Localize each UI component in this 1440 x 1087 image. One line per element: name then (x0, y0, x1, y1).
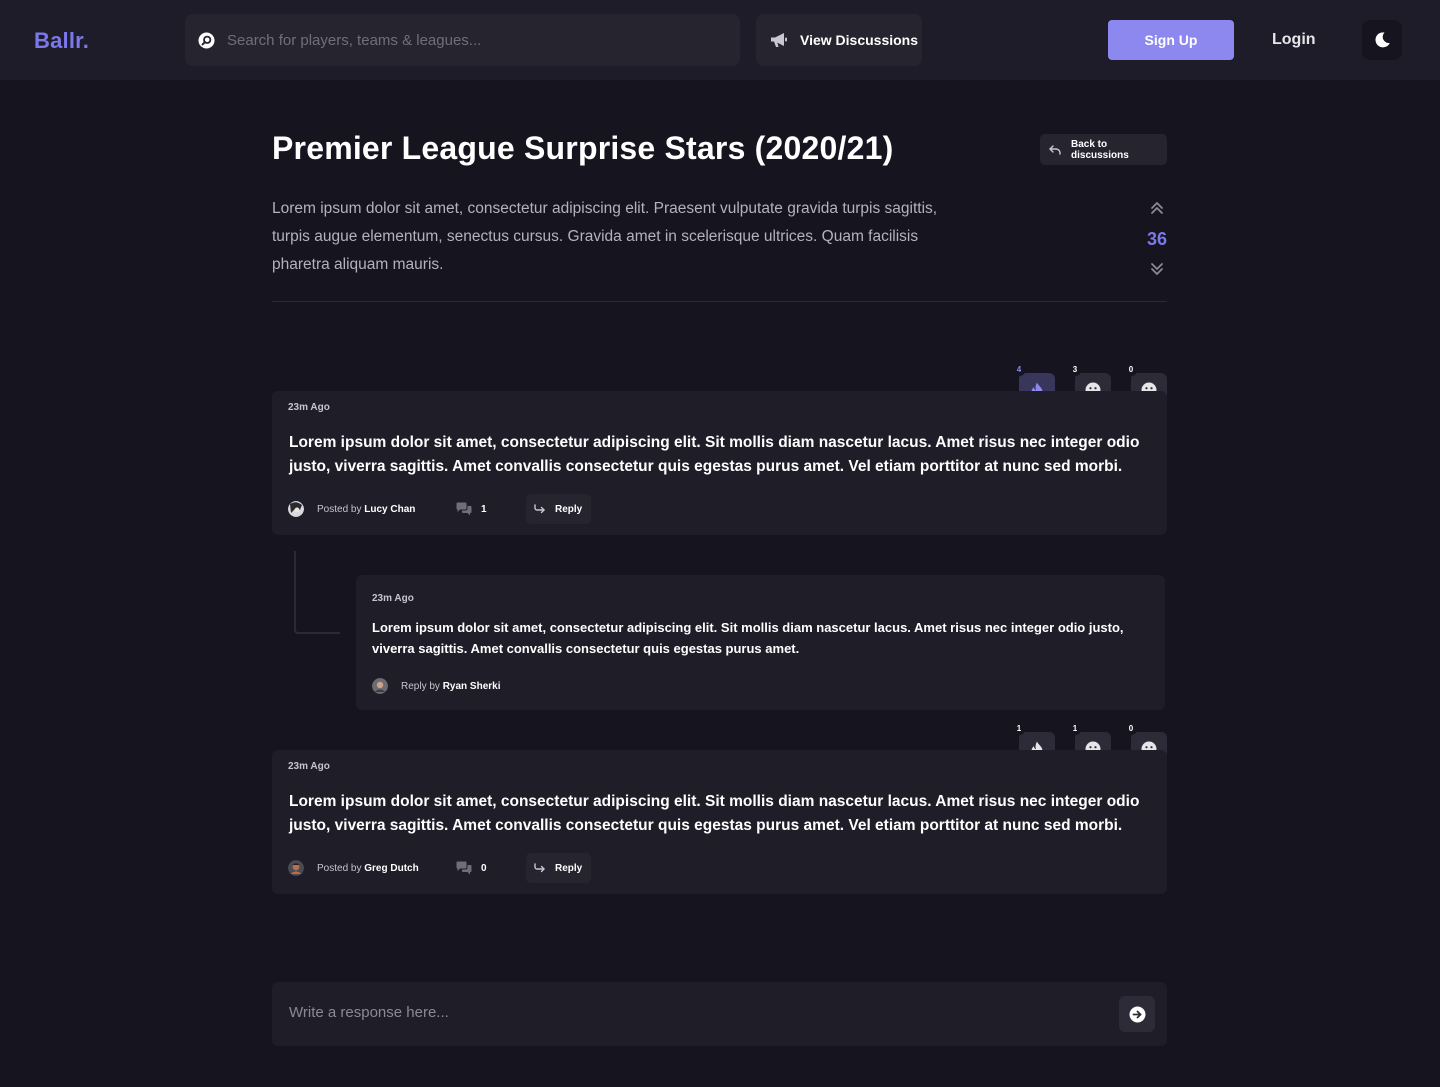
reply-arrow-icon (534, 504, 546, 514)
author-name[interactable]: Greg Dutch (364, 863, 418, 874)
moon-icon (1373, 31, 1391, 49)
reply-button[interactable]: Reply (526, 494, 591, 524)
response-input[interactable] (289, 1004, 1089, 1021)
reply-label: Reply (555, 862, 583, 874)
comment-author: Posted by Greg Dutch (288, 860, 419, 876)
login-link[interactable]: Login (1272, 31, 1316, 49)
back-to-discussions-button[interactable]: Back to discussions (1040, 134, 1167, 165)
reply-button[interactable]: Reply (526, 853, 591, 883)
posted-by: Posted by Lucy Chan (317, 504, 415, 515)
comment-count[interactable]: 1 (456, 502, 487, 516)
comment-time: 23m Ago (288, 402, 330, 413)
chat-bubbles-icon (456, 502, 472, 516)
author-name[interactable]: Lucy Chan (364, 504, 415, 515)
reaction-count: 1 (1068, 721, 1082, 735)
search-input[interactable] (227, 31, 707, 49)
posted-prefix: Posted by (317, 503, 362, 515)
reply-body: Lorem ipsum dolor sit amet, consectetur … (372, 620, 1124, 656)
comment-body: Lorem ipsum dolor sit amet, consectetur … (289, 434, 1140, 475)
response-box (272, 982, 1167, 1046)
top-nav: Ballr. View Discussions Sign Up Login (0, 0, 1440, 80)
discussion-description: Lorem ipsum dolor sit amet, consectetur … (272, 200, 938, 273)
sign-up-button[interactable]: Sign Up (1108, 20, 1234, 60)
comment-body: Lorem ipsum dolor sit amet, consectetur … (289, 793, 1140, 834)
reaction-count: 0 (1124, 362, 1138, 376)
megaphone-icon (770, 32, 788, 48)
logo[interactable]: Ballr. (34, 28, 89, 54)
reaction-count: 0 (1124, 721, 1138, 735)
reply-label: Reply (555, 503, 583, 515)
avatar (288, 501, 304, 517)
reply-arrow-icon (534, 863, 546, 873)
comment-card: 23m Ago Lorem ipsum dolor sit amet, cons… (272, 391, 1167, 535)
view-discussions-button[interactable]: View Discussions (756, 14, 922, 66)
discussion-title: Premier League Surprise Stars (2020/21) (272, 130, 894, 166)
author-name[interactable]: Ryan Sherki (443, 681, 501, 692)
back-label: Back to discussions (1071, 138, 1129, 161)
reply-author: Reply by Ryan Sherki (372, 678, 501, 694)
thread-connector (294, 551, 340, 634)
vote-count: 36 (1146, 228, 1168, 249)
reaction-count: 1 (1012, 721, 1026, 735)
search-bar[interactable] (185, 14, 740, 66)
back-arrow-icon (1049, 144, 1061, 155)
arrow-right-circle-icon (1129, 1006, 1146, 1023)
avatar (288, 860, 304, 876)
view-discussions-label: View Discussions (800, 32, 919, 48)
send-button[interactable] (1119, 996, 1155, 1032)
vote-control: 36 (1140, 196, 1174, 286)
posted-prefix: Reply by (401, 680, 440, 692)
reply-by: Reply by Ryan Sherki (401, 681, 501, 692)
downvote-icon[interactable] (1150, 258, 1164, 280)
avatar (372, 678, 388, 694)
comment-count-value: 0 (481, 862, 487, 874)
posted-by: Posted by Greg Dutch (317, 863, 419, 874)
theme-toggle-button[interactable] (1362, 20, 1402, 60)
comment-time: 23m Ago (288, 761, 330, 772)
comment-count[interactable]: 0 (456, 861, 487, 875)
reaction-count: 4 (1012, 362, 1026, 376)
comment-count-value: 1 (481, 503, 487, 515)
comment-card: 23m Ago Lorem ipsum dolor sit amet, cons… (272, 750, 1167, 894)
reply-time: 23m Ago (372, 593, 414, 604)
chat-bubbles-icon (456, 861, 472, 875)
divider (272, 301, 1167, 302)
upvote-icon[interactable] (1150, 196, 1164, 220)
reply-card: 23m Ago Lorem ipsum dolor sit amet, cons… (356, 575, 1165, 710)
comment-author: Posted by Lucy Chan (288, 501, 415, 517)
reaction-count: 3 (1068, 362, 1082, 376)
posted-prefix: Posted by (317, 862, 362, 874)
search-icon (197, 31, 215, 49)
